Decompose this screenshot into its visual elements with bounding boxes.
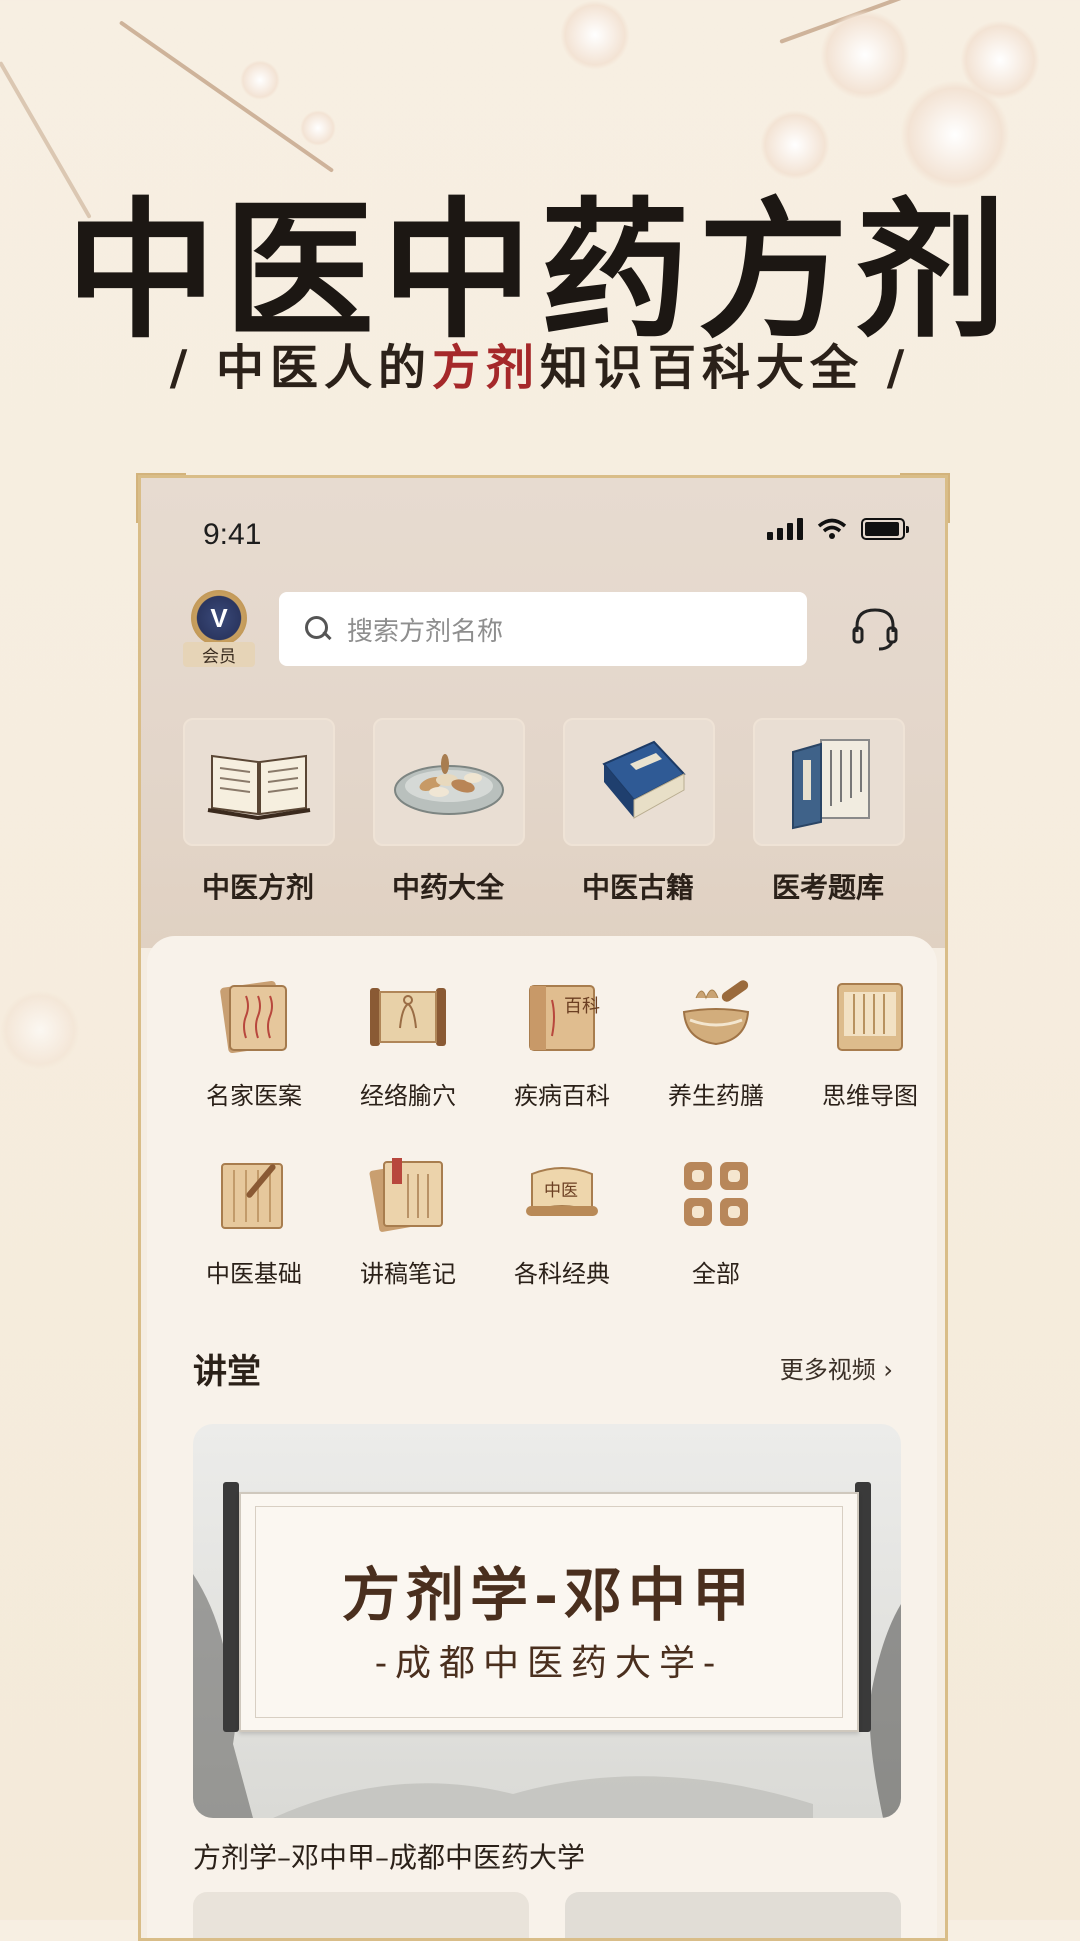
search-placeholder: 搜索方剂名称 (347, 616, 504, 647)
category-geke-jingdian[interactable]: 中医 各科经典 (485, 1154, 639, 1332)
battery-icon (861, 518, 909, 540)
category-label: 疾病百科 (514, 1082, 610, 1110)
category-label: 思维导图 (822, 1082, 918, 1110)
classic-scroll-icon-text: 中医 (544, 1181, 578, 1201)
content-panel: 名家医案 经络腧穴 百科 疾病百科 养生药膳 思维导图 中医基础 讲稿笔记 中医… (147, 936, 937, 1938)
chevron-right-icon: › (883, 1356, 893, 1384)
category-label: 讲稿笔记 (360, 1260, 456, 1288)
case-record-icon (220, 980, 287, 1054)
phone-screen: 9:41 V 会员 搜索方剂名称 中医方剂 中药大全 中医古籍 医考题库 名家医… (138, 475, 948, 1941)
section-title: 讲堂 (193, 1352, 261, 1392)
brush-board-icon (221, 1163, 283, 1229)
category-label: 养生药膳 (668, 1082, 764, 1110)
category-all[interactable]: 全部 (639, 1154, 793, 1332)
vip-medal-icon: V (191, 590, 247, 646)
feature-fangji[interactable]: 中医方剂 (183, 718, 335, 906)
feature-tiku[interactable]: 医考题库 (753, 718, 905, 906)
open-book-icon (183, 718, 335, 846)
category-mingjia-yian[interactable]: 名家医案 (177, 976, 331, 1154)
category-zhongyi-jichu[interactable]: 中医基础 (177, 1154, 331, 1332)
all-grid-icon (684, 1162, 748, 1226)
status-time: 9:41 (203, 518, 262, 551)
feature-label: 医考题库 (771, 871, 884, 904)
search-icon (305, 616, 331, 642)
status-icons (767, 518, 909, 540)
feature-zhongyao[interactable]: 中药大全 (373, 718, 525, 906)
category-grid: 名家医案 经络腧穴 百科 疾病百科 养生药膳 思维导图 中医基础 讲稿笔记 中医… (177, 976, 945, 1332)
next-video-card[interactable] (193, 1892, 529, 1938)
category-label: 中医基础 (206, 1260, 302, 1288)
lecture-section-header: 讲堂 更多视频 › (193, 1344, 893, 1392)
banner-title: 方剂学-邓中甲 (341, 1561, 757, 1629)
notes-icon (369, 1158, 443, 1232)
category-label: 经络腧穴 (360, 1082, 456, 1110)
feature-guji[interactable]: 中医古籍 (563, 718, 715, 906)
mind-map-icon (837, 983, 903, 1051)
more-videos-link[interactable]: 更多视频 › (780, 1350, 893, 1385)
feature-row: 中医方剂 中药大全 中医古籍 医考题库 (183, 718, 905, 906)
more-videos-label: 更多视频 (779, 1356, 876, 1384)
video-title[interactable]: 方剂学–邓中甲–成都中医药大学 (193, 1836, 585, 1876)
title-scroll: 方剂学-邓中甲 -成都中医药大学- (239, 1492, 859, 1732)
category-jianggao-biji[interactable]: 讲稿笔记 (331, 1154, 485, 1332)
promo-subtitle-highlight: 方剂 (431, 340, 540, 396)
headset-icon[interactable] (849, 602, 901, 654)
classic-scroll-icon: 中医 (526, 1167, 598, 1216)
mortar-pestle-icon (682, 980, 750, 1046)
feature-label: 中医古籍 (581, 871, 694, 904)
category-jibing-baike[interactable]: 百科 疾病百科 (485, 976, 639, 1154)
category-label: 名家医案 (206, 1082, 302, 1110)
vip-badge[interactable]: V 会员 (183, 590, 255, 670)
search-bar[interactable]: 搜索方剂名称 (279, 592, 807, 666)
category-siwei-daotu[interactable]: 思维导图 (793, 976, 945, 1154)
promo-subtitle-post: 知识百科大全 / (540, 340, 911, 396)
category-label: 全部 (692, 1260, 740, 1288)
lecture-banner[interactable]: 方剂学-邓中甲 -成都中医药大学- (193, 1424, 901, 1818)
category-jingluo-shuxue[interactable]: 经络腧穴 (331, 976, 485, 1154)
encyclopedia-icon-text: 百科 (564, 996, 600, 1017)
feature-label: 中药大全 (391, 871, 504, 904)
ancient-book-icon (563, 718, 715, 846)
category-label: 各科经典 (514, 1260, 610, 1288)
next-video-card[interactable] (565, 1892, 901, 1938)
scroll-book-icon (753, 718, 905, 846)
herb-bowl-icon (373, 718, 525, 846)
signal-icon (767, 518, 803, 540)
promo-subtitle: / 中医人的方剂知识百科大全 / (0, 328, 1080, 398)
category-yangsheng-yaoshan[interactable]: 养生药膳 (639, 976, 793, 1154)
encyclopedia-icon: 百科 (529, 985, 600, 1051)
wifi-icon (817, 518, 847, 539)
banner-subtitle: -成都中医药大学- (374, 1643, 724, 1684)
meridian-scroll-icon (370, 988, 446, 1046)
scroll-rod-left (223, 1482, 239, 1732)
feature-label: 中医方剂 (201, 871, 314, 904)
vip-label: 会员 (183, 642, 255, 667)
promo-subtitle-pre: / 中医人的 (169, 340, 432, 396)
header-area: 9:41 V 会员 搜索方剂名称 中医方剂 中药大全 中医古籍 医考题库 (141, 478, 945, 948)
